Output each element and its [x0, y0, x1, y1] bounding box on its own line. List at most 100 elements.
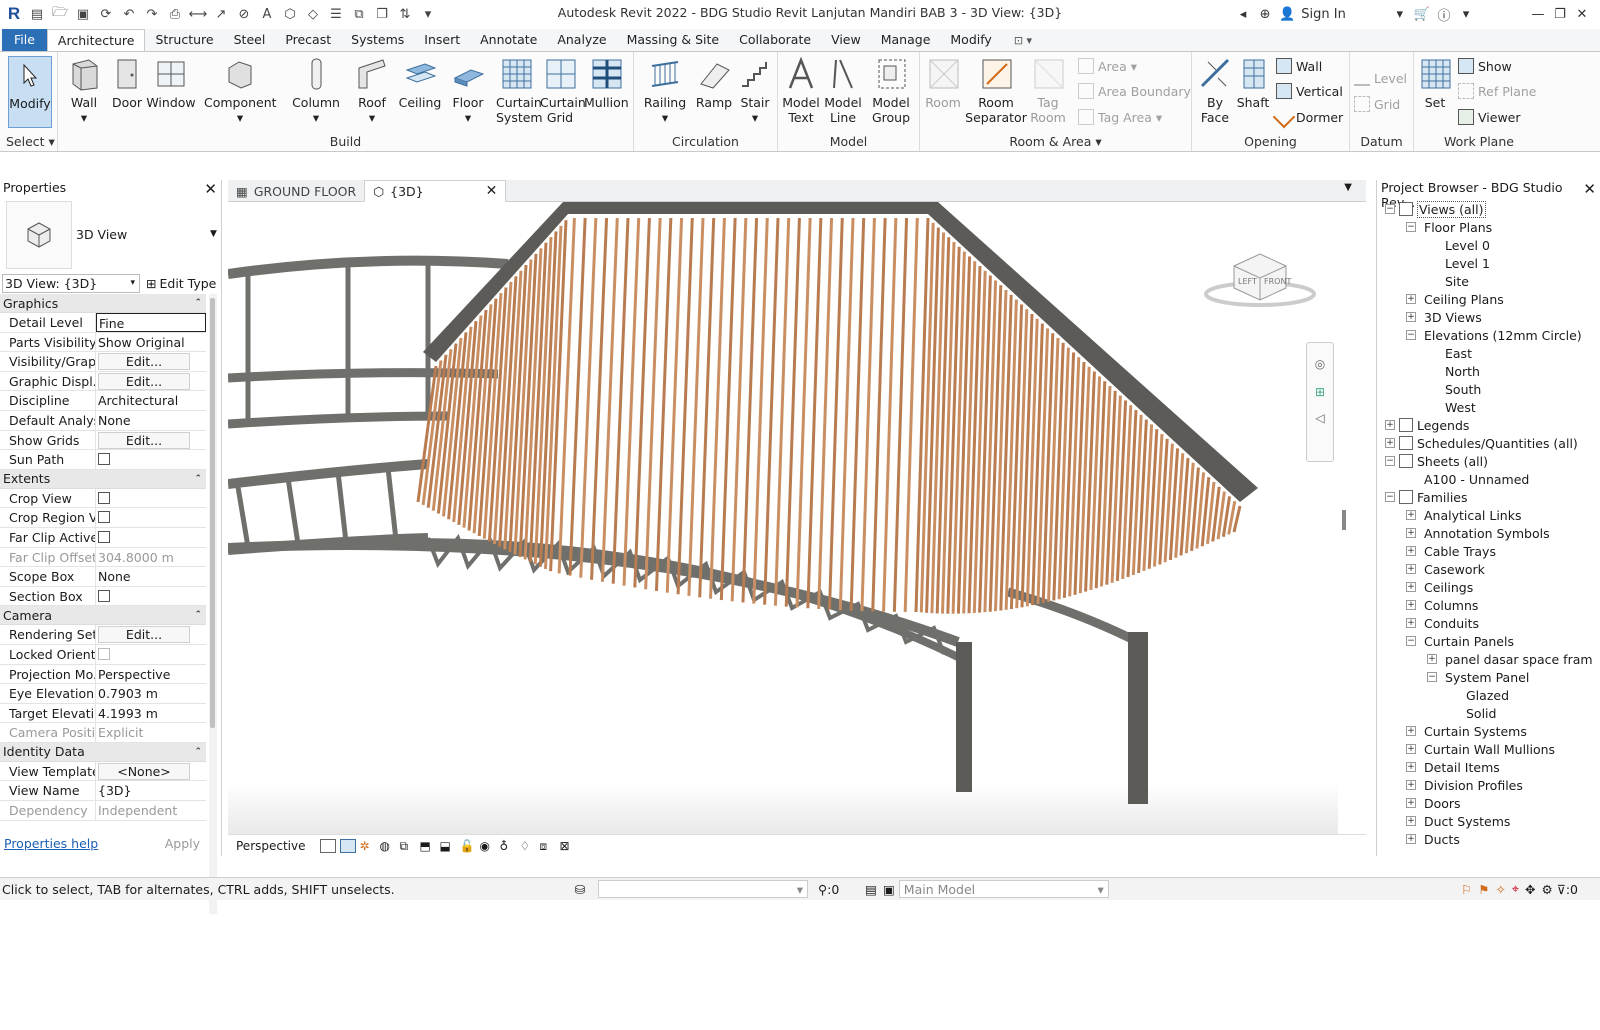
collapse-icon[interactable]: − — [1406, 222, 1416, 232]
property-value-cell[interactable]: 0.7903 m — [96, 684, 206, 703]
room-area-panel-label[interactable]: Room & Area ▾ — [920, 134, 1191, 149]
property-value[interactable]: Perspective — [98, 667, 170, 682]
property-value[interactable]: Fine — [99, 316, 124, 331]
property-checkbox[interactable] — [98, 589, 110, 602]
property-section-header[interactable]: Graphics ⌃ — [0, 294, 206, 313]
view-cube[interactable]: LEFT FRONT — [1204, 244, 1316, 314]
tab-3d[interactable]: ⬡ {3D} ✕ — [364, 180, 507, 202]
browser-item[interactable]: South — [1377, 380, 1587, 398]
tab-view[interactable]: View — [821, 29, 871, 51]
browser-item[interactable]: East — [1377, 344, 1587, 362]
collapse-icon[interactable]: ⌃ — [194, 610, 202, 620]
model-group-tool[interactable]: Model Group — [866, 56, 916, 125]
browser-item[interactable]: Solid — [1377, 704, 1587, 722]
workset-dropdown[interactable]: ▾ — [598, 880, 808, 898]
expand-icon[interactable]: + — [1406, 582, 1416, 592]
roof-tool[interactable]: Roof ▾ — [352, 56, 392, 125]
browser-item[interactable]: + Annotation Symbols — [1377, 524, 1587, 542]
browser-item[interactable]: + Duct Systems — [1377, 812, 1587, 830]
visual-style-icon[interactable] — [339, 838, 356, 853]
projection-mode[interactable]: Perspective — [236, 839, 306, 853]
collapse-icon[interactable]: ⌃ — [194, 298, 202, 308]
browser-item[interactable]: + Legends — [1377, 416, 1587, 434]
browser-item[interactable]: Site — [1377, 272, 1587, 290]
dormer-tool[interactable]: Dormer — [1272, 105, 1343, 129]
ceiling-tool[interactable]: Ceiling — [396, 56, 444, 110]
expand-icon[interactable]: + — [1406, 816, 1416, 826]
ref-plane-tool[interactable]: Ref Plane — [1458, 81, 1536, 101]
browser-item[interactable]: +3D Views — [1377, 308, 1587, 326]
property-value[interactable]: Architectural — [98, 393, 178, 408]
floor-tool[interactable]: Floor ▾ — [446, 56, 490, 125]
3d-canvas[interactable] — [228, 202, 1338, 834]
save-icon[interactable]: ▣ — [73, 4, 93, 24]
tab-modify[interactable]: Modify — [940, 29, 1001, 51]
edit-button[interactable]: Edit... — [98, 626, 190, 644]
tab-annotate[interactable]: Annotate — [470, 29, 547, 51]
browser-item[interactable]: − System Panel — [1377, 668, 1587, 686]
property-value-cell[interactable] — [96, 508, 206, 527]
qat-dropdown-icon[interactable]: ▾ — [418, 4, 438, 24]
redo-icon[interactable]: ↷ — [142, 4, 162, 24]
wall-opening-tool[interactable]: Wall — [1276, 56, 1322, 76]
navigation-bar[interactable]: ◎ ⊞ ◁ — [1306, 342, 1334, 462]
door-tool[interactable]: Door — [108, 56, 146, 110]
wall-tool[interactable]: Wall ▾ — [64, 56, 104, 125]
browser-item[interactable]: + Columns — [1377, 596, 1587, 614]
model-text-tool[interactable]: Model Text — [780, 56, 822, 125]
background-processes-icon[interactable]: ⚙ — [1541, 882, 1552, 897]
edit-type-button[interactable]: ⊞ Edit Type — [146, 276, 216, 291]
expand-icon[interactable]: + — [1406, 600, 1416, 610]
area-tool[interactable]: Area ▾ — [1078, 56, 1137, 76]
browser-item[interactable]: + Ducts — [1377, 830, 1587, 848]
modify-button[interactable]: Modify — [8, 56, 52, 128]
help-icon[interactable]: ⓘ — [1436, 5, 1452, 24]
constraints-icon[interactable]: ⊠ — [560, 839, 576, 853]
sun-path-icon[interactable]: ✲ — [360, 839, 376, 853]
property-value-cell[interactable]: 4.1993 m — [96, 704, 206, 723]
show-work-plane-tool[interactable]: Show — [1458, 56, 1512, 76]
crop-view-icon[interactable]: ⬒ — [420, 839, 436, 853]
browser-item[interactable]: + panel dasar space fram — [1377, 650, 1593, 668]
close-browser-icon[interactable]: ✕ — [1583, 180, 1596, 198]
unlocked-3d-view-icon[interactable]: 🔓 — [460, 839, 476, 853]
sign-in-dropdown-icon[interactable]: ▾ — [1392, 7, 1408, 22]
property-value-cell[interactable]: {3D} — [96, 781, 206, 800]
3d-view-icon[interactable]: ⬡ — [280, 4, 300, 24]
property-checkbox[interactable] — [98, 530, 110, 543]
browser-item[interactable]: + Ceilings — [1377, 578, 1587, 596]
edit-button[interactable]: Edit... — [98, 353, 190, 371]
filter-icon[interactable]: ⊽ — [1557, 882, 1566, 897]
browser-item[interactable]: + Doors — [1377, 794, 1587, 812]
browser-item[interactable]: − Views (all) — [1377, 200, 1587, 218]
browser-item[interactable]: − Sheets (all) — [1377, 452, 1587, 470]
browser-item[interactable]: − Curtain Panels — [1377, 632, 1587, 650]
property-value[interactable]: {3D} — [98, 783, 131, 798]
restore-icon[interactable]: ❐ — [1552, 7, 1568, 22]
property-value[interactable]: 4.1993 m — [98, 706, 158, 721]
expand-icon[interactable]: + — [1406, 834, 1416, 844]
level-tool[interactable]: Level — [1354, 68, 1407, 88]
select-links-icon[interactable]: ⚐ — [1461, 882, 1472, 897]
chevron-left-icon[interactable]: ◂ — [1235, 7, 1251, 22]
text-icon[interactable]: A — [257, 4, 277, 24]
exclude-options-icon[interactable]: ▣ — [883, 882, 895, 897]
close-tab-icon[interactable]: ✕ — [486, 183, 498, 199]
temporary-hide-icon[interactable]: ◉ — [480, 839, 496, 853]
highlight-displacement-icon[interactable]: ⧈ — [540, 839, 556, 853]
tab-precast[interactable]: Precast — [275, 29, 341, 51]
model-line-tool[interactable]: Model Line — [822, 56, 864, 125]
properties-scrollbar[interactable] — [209, 294, 217, 914]
expand-icon[interactable]: + — [1406, 762, 1416, 772]
undo-icon[interactable]: ↶ — [119, 4, 139, 24]
shadows-icon[interactable]: ◍ — [380, 839, 396, 853]
property-section-header[interactable]: Identity Data ⌃ — [0, 742, 206, 762]
window-tool[interactable]: Window — [146, 56, 196, 110]
expand-icon[interactable]: + — [1406, 564, 1416, 574]
expand-icon[interactable]: + — [1406, 312, 1416, 322]
ramp-tool[interactable]: Ramp — [692, 56, 736, 110]
property-value-cell[interactable] — [96, 528, 206, 547]
tab-steel[interactable]: Steel — [224, 29, 276, 51]
stair-tool[interactable]: Stair ▾ — [736, 56, 774, 125]
design-option-dropdown[interactable]: Main Model ▾ — [898, 880, 1109, 898]
